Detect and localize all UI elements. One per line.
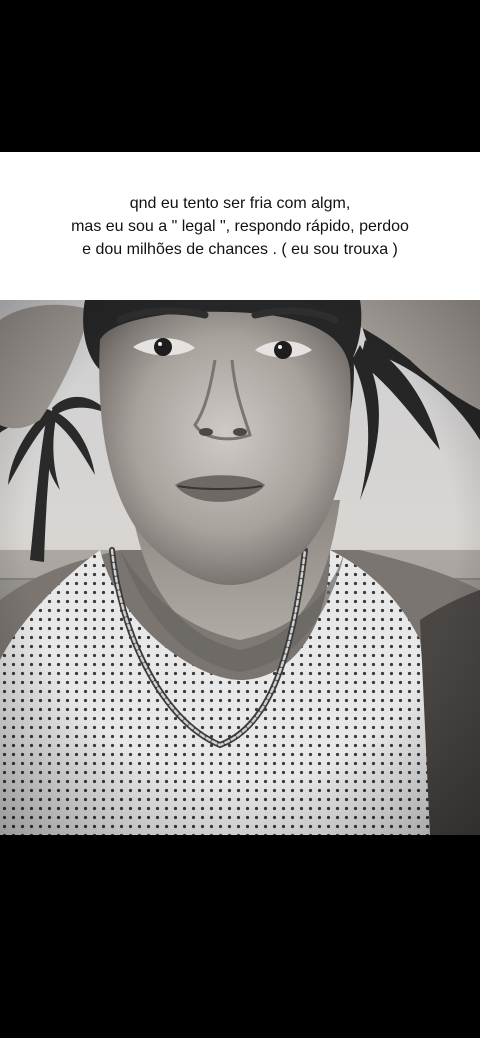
caption-line-1: qnd eu tento ser fria com algm, bbox=[129, 194, 351, 212]
selfie-photo bbox=[0, 300, 480, 835]
caption-panel: qnd eu tento ser fria com algm, mas eu s… bbox=[0, 152, 480, 300]
photo-illustration bbox=[0, 300, 480, 835]
caption-line-2: mas eu sou a " legal ", respondo rápido,… bbox=[71, 217, 409, 235]
caption-line-3: e dou milhões de chances . ( eu sou trou… bbox=[82, 240, 398, 258]
video-frame: qnd eu tento ser fria com algm, mas eu s… bbox=[0, 0, 480, 1038]
